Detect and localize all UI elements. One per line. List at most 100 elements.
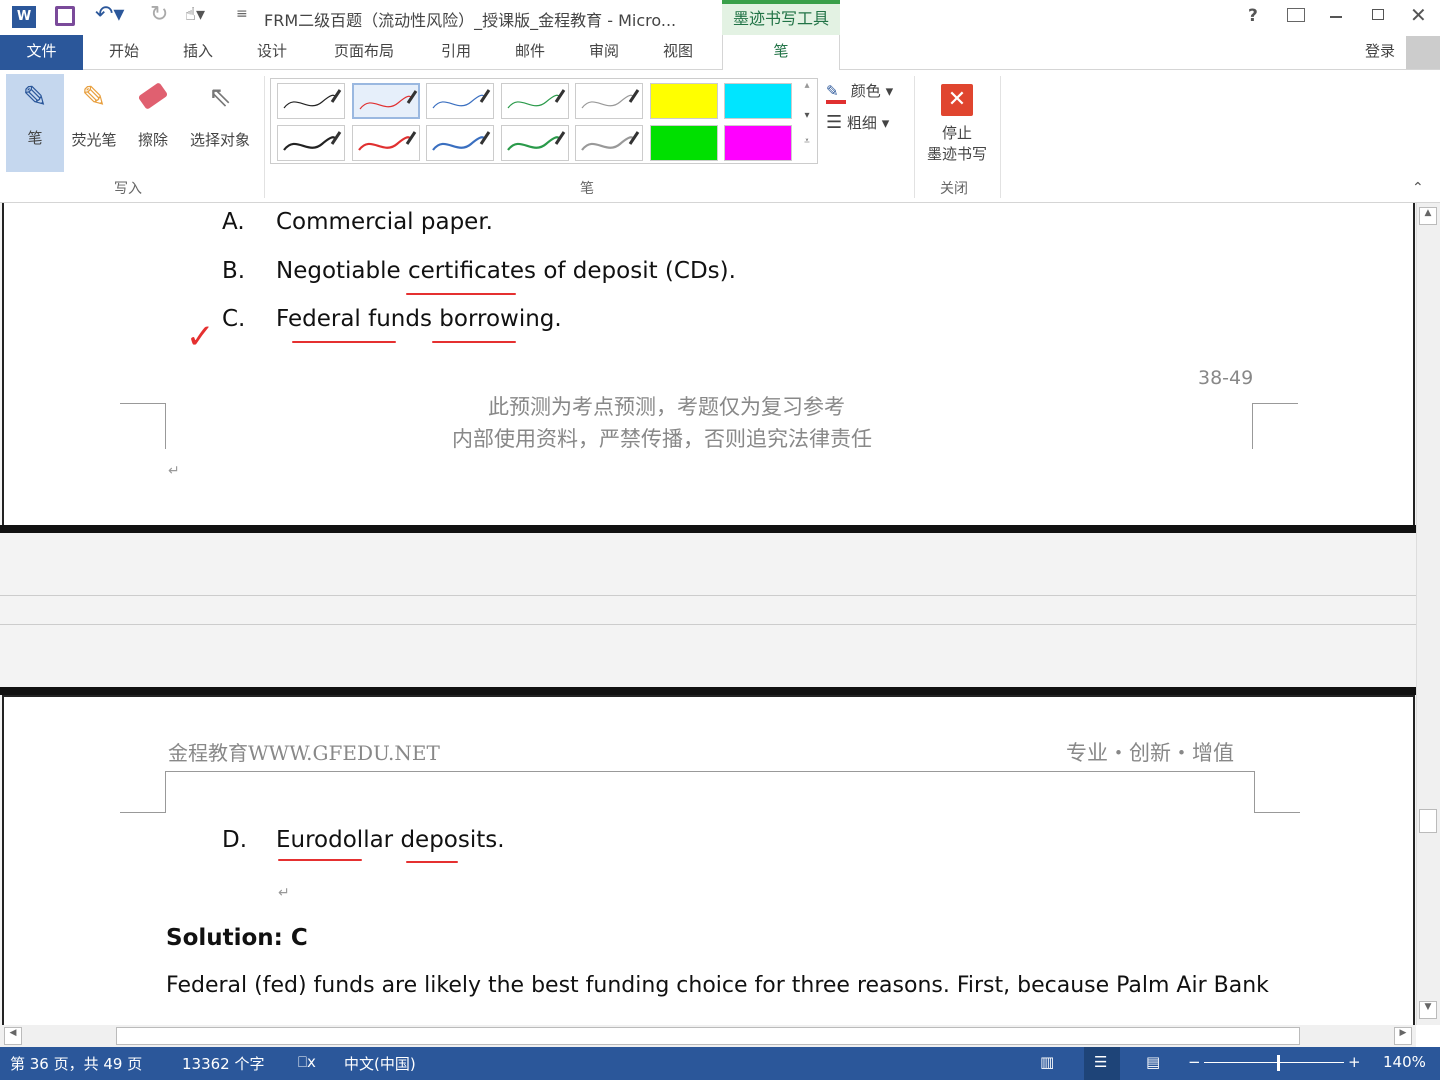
help-button[interactable]: ? — [1248, 6, 1258, 26]
footer-line-2: 内部使用资料，严禁传播，否则追究法律责任 — [452, 427, 872, 451]
window-title: FRM二级百题（流动性风险）_授课版_金程教育 - Micro... — [264, 11, 677, 30]
group-label-pens: 笔 — [580, 181, 594, 197]
tab-review[interactable]: 审阅 — [572, 35, 636, 70]
stop-x-icon: ✕ — [941, 84, 973, 116]
ink-underline — [432, 341, 516, 343]
option-a-text: Commercial paper. — [276, 209, 493, 235]
pen-swatch[interactable] — [500, 83, 569, 119]
pen-button[interactable]: ✎ 笔 — [6, 74, 64, 172]
select-objects-button[interactable]: ⇖ 选择对象 — [182, 74, 258, 172]
thickness-icon: ☰ — [826, 112, 843, 133]
ribbon: ✎ 笔 ✎ 荧光笔 擦除 ⇖ 选择对象 写入 ▴ ▾ ⩡ ✎ 颜色 ▾ ☰ 粗细… — [0, 70, 1440, 203]
restore-button[interactable] — [1372, 9, 1384, 20]
option-b-text: Negotiable certificates of deposit (CDs)… — [276, 258, 736, 284]
zoom-out-button[interactable]: − — [1188, 1053, 1201, 1071]
pen-swatch[interactable] — [575, 125, 643, 161]
pen-swatch[interactable] — [500, 125, 569, 161]
tab-home[interactable]: 开始 — [92, 35, 156, 70]
tab-mailings[interactable]: 邮件 — [498, 35, 562, 70]
sign-in-link[interactable]: 登录 — [1356, 35, 1404, 70]
vertical-scrollbar[interactable]: ▲ ▼ — [1416, 203, 1440, 1025]
read-mode-icon[interactable]: ▥ — [1040, 1053, 1054, 1071]
scroll-down-button[interactable]: ▼ — [1419, 1001, 1437, 1019]
touch-mode-icon[interactable]: ☝▾ — [185, 4, 205, 25]
tab-page-layout[interactable]: 页面布局 — [322, 35, 406, 70]
highlighter-swatch[interactable] — [724, 83, 792, 119]
tab-references[interactable]: 引用 — [424, 35, 488, 70]
customize-qat-icon[interactable]: ≡ — [236, 6, 248, 22]
ink-underline — [292, 341, 396, 343]
page-37: 金程教育WWW.GFEDU.NET 专业・创新・增值 D. Eurodollar… — [2, 695, 1415, 1025]
solution-label: Solution: C — [166, 925, 308, 951]
gallery-scroll-up[interactable]: ▴ — [798, 80, 816, 104]
page-count[interactable]: 第 36 页，共 49 页 — [10, 1053, 142, 1074]
pen-swatch[interactable] — [426, 125, 494, 161]
pen-swatch[interactable] — [351, 125, 420, 161]
scroll-right-button[interactable]: ▶ — [1394, 1027, 1412, 1045]
tab-insert[interactable]: 插入 — [166, 35, 230, 70]
tab-pens[interactable]: 笔 — [722, 35, 840, 71]
pen-swatch[interactable] — [277, 83, 345, 119]
highlighter-button[interactable]: ✎ 荧光笔 — [66, 74, 122, 172]
pen-swatch[interactable] — [426, 83, 494, 119]
title-bar: W ↶▾ ↻ ☝▾ ≡ FRM二级百题（流动性风险）_授课版_金程教育 - Mi… — [0, 0, 1440, 35]
group-label-write: 写入 — [114, 181, 142, 197]
thickness-button[interactable]: ☰ 粗细 ▾ — [826, 112, 889, 133]
horizontal-scroll-thumb[interactable] — [116, 1027, 1300, 1045]
tab-file[interactable]: 文件 — [0, 35, 83, 70]
option-d-text: Eurodollar deposits. — [276, 827, 505, 853]
pen-swatch[interactable] — [277, 125, 345, 161]
redo-icon[interactable]: ↻ — [150, 2, 168, 27]
context-tab-ink-tools: 墨迹书写工具 — [722, 0, 840, 35]
save-icon[interactable] — [55, 6, 75, 26]
document-area[interactable]: A. Commercial paper. B. Negotiable certi… — [0, 203, 1416, 1025]
zoom-level[interactable]: 140% — [1383, 1053, 1426, 1071]
ink-underline — [406, 293, 516, 295]
gallery-more[interactable]: ⩡ — [798, 136, 816, 160]
collapse-ribbon-icon[interactable]: ⌃ — [1412, 180, 1424, 196]
web-layout-icon[interactable]: ▤ — [1146, 1053, 1160, 1071]
scroll-up-button[interactable]: ▲ — [1419, 207, 1437, 225]
solution-body: Federal (fed) funds are likely the best … — [166, 973, 1269, 998]
word-count[interactable]: 13362 个字 — [182, 1053, 265, 1074]
highlighter-swatch[interactable] — [649, 83, 718, 119]
tab-view[interactable]: 视图 — [646, 35, 710, 70]
zoom-slider-thumb[interactable] — [1277, 1055, 1280, 1071]
color-button[interactable]: ✎ 颜色 ▾ — [826, 80, 893, 104]
footer-line-1: 此预测为考点预测，考题仅为复习参考 — [488, 395, 845, 419]
eraser-button[interactable]: 擦除 — [128, 74, 178, 172]
header-left: 金程教育WWW.GFEDU.NET — [168, 741, 440, 765]
tab-design[interactable]: 设计 — [240, 35, 304, 70]
avatar[interactable] — [1406, 36, 1440, 69]
print-layout-icon[interactable]: ☰ — [1084, 1047, 1120, 1080]
zoom-slider[interactable] — [1204, 1062, 1344, 1063]
page-reference: 38-49 — [1198, 367, 1254, 389]
highlighter-swatch[interactable] — [724, 125, 792, 161]
scroll-thumb[interactable] — [1419, 809, 1437, 833]
undo-icon[interactable]: ↶▾ — [95, 2, 124, 27]
option-c-text: Federal funds borrowing. — [276, 306, 562, 332]
pen-icon: ✎ — [22, 80, 48, 115]
gallery-scroll-down[interactable]: ▾ — [798, 110, 816, 134]
ribbon-tabs: 文件 开始 插入 设计 页面布局 引用 邮件 审阅 视图 笔 登录 — [0, 35, 1440, 71]
zoom-in-button[interactable]: + — [1348, 1053, 1361, 1071]
ribbon-display-options-icon[interactable] — [1287, 8, 1305, 22]
ink-checkmark: ✓ — [186, 317, 215, 357]
word-icon[interactable]: W — [12, 6, 36, 28]
language[interactable]: 中文(中国) — [344, 1053, 416, 1074]
page-36: A. Commercial paper. B. Negotiable certi… — [2, 203, 1415, 527]
option-b-letter: B. — [222, 258, 246, 284]
option-c-letter: C. — [222, 306, 246, 332]
pen-swatch[interactable] — [351, 83, 420, 119]
highlighter-swatch[interactable] — [649, 125, 718, 161]
minimize-button[interactable] — [1330, 16, 1342, 18]
highlighter-icon: ✎ — [81, 80, 107, 115]
scroll-left-button[interactable]: ◀ — [4, 1027, 22, 1045]
option-a-letter: A. — [222, 209, 245, 235]
pen-swatch[interactable] — [575, 83, 643, 119]
horizontal-scrollbar[interactable]: ◀ ▶ — [0, 1025, 1416, 1047]
close-button[interactable]: ✕ — [1410, 3, 1427, 27]
option-d-letter: D. — [222, 827, 248, 853]
stop-inking-button[interactable]: ✕ 停止 墨迹书写 — [920, 74, 994, 172]
proofing-icon[interactable]: ⎕x — [298, 1053, 316, 1071]
